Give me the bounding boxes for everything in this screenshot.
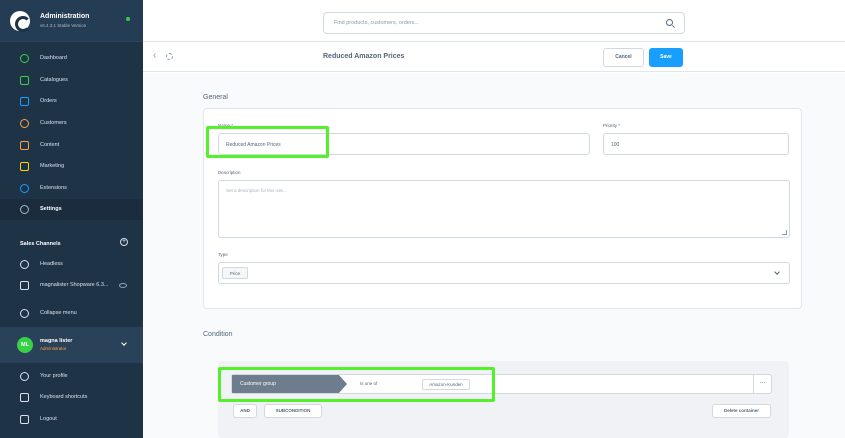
chevron-down-icon: [121, 340, 127, 346]
sidebar-item-dashboard[interactable]: Dashboard: [0, 48, 143, 69]
sidebar-item-customers[interactable]: Customers: [0, 113, 143, 134]
search-icon[interactable]: [666, 19, 673, 26]
search-placeholder: Find products, customers, orders...: [334, 20, 419, 26]
collapse-icon: [20, 309, 29, 318]
user-name: magna lister: [40, 338, 73, 344]
add-sales-channel-icon[interactable]: +: [120, 238, 128, 246]
sidebar-item-label: Settings: [40, 206, 62, 212]
more-options-icon[interactable]: ...: [753, 375, 771, 393]
name-value: Reduced Amazon Prices: [226, 142, 281, 148]
chevron-left-icon[interactable]: ‹: [153, 50, 156, 61]
and-button[interactable]: AND: [233, 404, 257, 418]
cancel-button[interactable]: Cancel: [603, 48, 644, 67]
sidebar: Administration v6.4.3.1 Stable Version D…: [0, 0, 143, 438]
customers-icon: [20, 119, 29, 128]
resize-handle-icon[interactable]: [782, 230, 787, 235]
settings-icon: [20, 205, 29, 214]
sidebar-item-logout[interactable]: Logout: [0, 409, 143, 430]
sidebar-item-label: Your profile: [40, 373, 68, 379]
sidebar-item-orders[interactable]: Orders: [0, 91, 143, 112]
condition-section-title: Condition: [203, 331, 233, 338]
condition-container: [218, 361, 789, 438]
priority-field[interactable]: 100: [603, 133, 789, 155]
description-field[interactable]: Set a description for this rule...: [218, 180, 790, 238]
marketing-icon: [20, 162, 29, 171]
gauge-icon: [20, 54, 29, 63]
user-role: Administrator: [40, 346, 67, 351]
name-label: Name *: [218, 123, 234, 128]
sidebar-item-label: Content: [40, 142, 60, 148]
sidebar-item-label: Catalogues: [40, 77, 68, 83]
search-input[interactable]: Find products, customers, orders...: [323, 12, 685, 34]
sidebar-item-headless[interactable]: Headless: [0, 254, 143, 275]
type-label: Type: [218, 252, 228, 257]
collapse-menu-label: Collapse menu: [40, 310, 77, 316]
sidebar-item-label: Marketing: [40, 163, 65, 169]
description-placeholder: Set a description for this rule...: [226, 188, 287, 193]
save-button[interactable]: Save: [649, 48, 683, 67]
sidebar-item-label: Extensions: [40, 185, 67, 191]
avatar: ML: [17, 337, 33, 353]
delete-container-button[interactable]: Delete container: [712, 404, 771, 418]
logout-icon: [20, 415, 29, 424]
headless-icon: [20, 260, 29, 269]
keyboard-icon: [20, 393, 29, 402]
sidebar-item-settings[interactable]: Settings: [0, 199, 143, 220]
type-chip[interactable]: Price: [222, 267, 248, 279]
user-icon: [20, 372, 29, 381]
sidebar-item-marketing[interactable]: Marketing: [0, 156, 143, 177]
extensions-icon: [20, 184, 29, 193]
sidebar-item-label: Orders: [40, 98, 57, 104]
sidebar-item-label: Customers: [40, 120, 67, 126]
content-icon: [20, 141, 29, 150]
sidebar-item-label: Dashboard: [40, 55, 67, 61]
name-field[interactable]: Reduced Amazon Prices: [218, 133, 590, 155]
sidebar-item-shortcuts[interactable]: Keyboard shortcuts: [0, 387, 143, 408]
condition-row[interactable]: Customer group Is one of Amazon-Kunden .…: [231, 374, 772, 394]
sidebar-item-label: magnalister Shopware 6.3...: [40, 282, 109, 288]
priority-value: 100: [611, 142, 620, 148]
catalog-icon: [20, 76, 29, 85]
sidebar-header: Administration v6.4.3.1 Stable Version: [0, 0, 143, 42]
sidebar-item-profile[interactable]: Your profile: [0, 366, 143, 387]
app-title: Administration: [40, 13, 90, 20]
condition-value-chip[interactable]: Amazon-Kunden: [422, 379, 470, 390]
storefront-icon: [20, 281, 29, 290]
sidebar-item-label: Logout: [40, 416, 57, 422]
user-menu[interactable]: ML magna lister Administrator: [0, 327, 143, 363]
sidebar-item-content[interactable]: Content: [0, 135, 143, 156]
chevron-down-icon: [774, 269, 780, 275]
gear-icon: [166, 53, 173, 60]
general-section-title: General: [203, 94, 228, 101]
sales-channels-heading: Sales Channels: [20, 241, 61, 247]
app-version: v6.4.3.1 Stable Version: [40, 23, 87, 28]
eye-icon[interactable]: [119, 283, 127, 288]
sidebar-item-label: Keyboard shortcuts: [40, 394, 88, 400]
status-dot-icon: [126, 17, 130, 21]
collapse-menu-button[interactable]: Collapse menu: [0, 303, 143, 324]
page-title: Reduced Amazon Prices: [323, 53, 405, 60]
condition-operator[interactable]: Is one of: [360, 381, 377, 386]
orders-icon: [20, 97, 29, 106]
sidebar-item-extensions[interactable]: Extensions: [0, 178, 143, 199]
subcondition-button[interactable]: SUBCONDITION: [264, 404, 322, 418]
description-label: Description: [218, 170, 241, 175]
shopware-logo-icon[interactable]: [10, 11, 31, 32]
priority-label: Priority *: [603, 123, 621, 128]
smart-bar: ‹ Reduced Amazon Prices Cancel Save: [143, 42, 845, 72]
type-select[interactable]: Price: [218, 262, 790, 284]
sidebar-item-label: Headless: [40, 261, 63, 267]
condition-field-select[interactable]: Customer group: [232, 375, 347, 393]
general-card: Name * Reduced Amazon Prices Priority * …: [203, 108, 802, 309]
sidebar-item-catalogues[interactable]: Catalogues: [0, 70, 143, 91]
